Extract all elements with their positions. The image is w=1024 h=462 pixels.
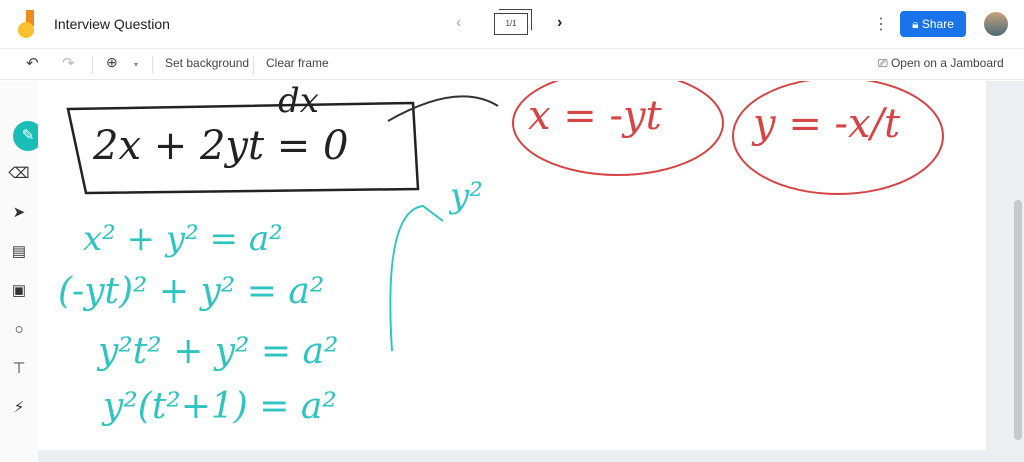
teal-arrow-stroke [389, 204, 444, 352]
ink-equation: (-yt)² + y² = a² [58, 271, 325, 312]
image-icon[interactable]: ▣ [8, 280, 30, 302]
ink-equation: y = -x/t [753, 101, 901, 147]
tool-sidebar: ✎ ⌫ ➤ ▤ ▣ ○ ⊤ ⚡︎ [0, 81, 43, 462]
ink-equation: y²(t²+1) = a² [103, 386, 337, 427]
set-background-button[interactable]: Set background [165, 56, 249, 70]
document-title[interactable]: Interview Question [54, 16, 170, 32]
ink-equation: x = -yt [528, 93, 662, 139]
prev-frame-button[interactable]: ‹ [456, 14, 461, 32]
undo-icon[interactable]: ↶ [26, 54, 39, 72]
divider [152, 56, 153, 74]
open-on-jamboard-label: Open on a Jamboard [890, 56, 1004, 70]
circle-icon[interactable]: ○ [8, 319, 30, 341]
divider [92, 56, 93, 74]
next-frame-button[interactable]: › [557, 14, 562, 32]
more-options-icon[interactable]: ⋮ [873, 14, 889, 34]
select-arrow-icon[interactable]: ➤ [8, 202, 30, 224]
text-box-icon[interactable]: ⊤ [8, 358, 30, 380]
avatar[interactable] [984, 12, 1008, 36]
arrow-stroke [387, 95, 499, 122]
lock-icon: 🔒︎ [912, 17, 922, 31]
divider [253, 56, 254, 74]
ink-equation: y²t² + y² = a² [98, 331, 339, 372]
redo-icon[interactable]: ↷ [62, 54, 75, 72]
frame-indicator[interactable]: 1/1 [494, 9, 532, 35]
ink-equation: 2x + 2yt = 0 [93, 123, 349, 169]
open-on-jamboard-button[interactable]: ⎚ Open on a Jamboard [878, 56, 1004, 71]
jam-canvas[interactable]: dx 2x + 2yt = 0 x = -yt y = -x/t x² + y²… [38, 81, 986, 450]
ink-dx: dx [278, 81, 319, 121]
scrollbar[interactable] [1014, 200, 1022, 440]
ink-y-squared: y² [450, 176, 483, 216]
eraser-icon[interactable]: ⌫ [8, 163, 30, 185]
sticky-note-icon[interactable]: ▤ [8, 241, 30, 263]
clear-frame-button[interactable]: Clear frame [266, 56, 329, 70]
top-bar: Interview Question ‹ 1/1 › ⋮ 🔒︎ Share [0, 0, 1024, 48]
share-label: Share [921, 17, 954, 31]
zoom-icon[interactable]: ⊕ [106, 54, 118, 71]
cast-icon: ⎚ [878, 56, 891, 70]
jamboard-logo [18, 10, 34, 38]
zoom-dropdown[interactable]: ▾ [134, 60, 138, 69]
share-button[interactable]: 🔒︎ Share [900, 11, 966, 37]
ink-equation: x² + y² = a² [83, 219, 283, 259]
laser-icon[interactable]: ⚡︎ [8, 397, 30, 419]
toolbar: ↶ ↷ ⊕ ▾ Set background Clear frame ⎚ Ope… [0, 48, 1024, 80]
